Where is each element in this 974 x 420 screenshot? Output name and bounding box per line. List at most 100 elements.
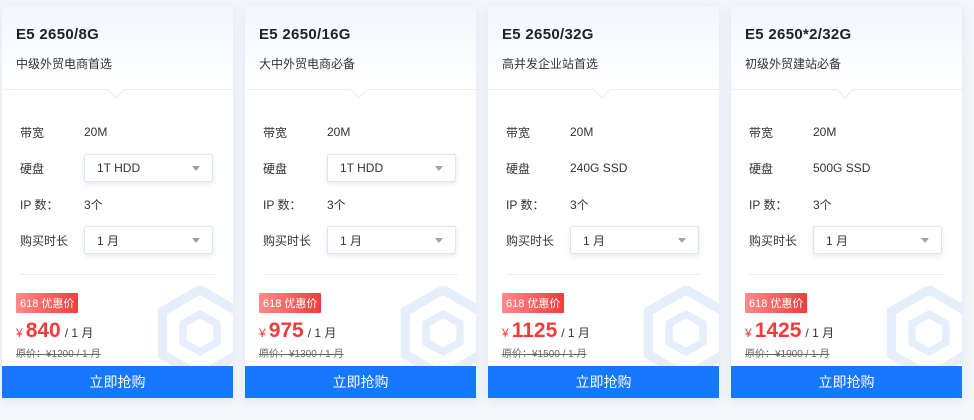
bandwidth-value: 20M	[813, 125, 837, 139]
spec-list: 带宽 20M 硬盘 1T HDD IP 数： 3个 购买时长 1 月	[245, 114, 476, 258]
disk-label: 硬盘	[20, 161, 45, 176]
spec-row-duration: 购买时长 1 月	[749, 222, 944, 258]
buy-now-button[interactable]: 立即抢购	[488, 366, 719, 398]
disk-label: 硬盘	[506, 161, 531, 176]
chevron-down-icon	[678, 237, 686, 243]
disk-value: 240G SSD	[570, 161, 628, 175]
bandwidth-value: 20M	[570, 125, 594, 139]
price-block: 618 优惠价 ¥ 1125 / 1 月 原价：¥1500 / 1 月	[488, 293, 719, 360]
promo-badge: 618 优惠价	[259, 293, 322, 313]
plan-title: E5 2650*2/32G	[745, 26, 852, 43]
price-value: 1425	[754, 319, 802, 342]
bandwidth-label: 带宽	[506, 125, 531, 140]
ip-label: IP 数：	[506, 197, 545, 212]
ip-value: 3个	[570, 197, 589, 212]
duration-select[interactable]: 1 月	[813, 226, 942, 254]
duration-select-value: 1 月	[826, 233, 849, 248]
chevron-down-icon	[435, 237, 443, 243]
spec-row-ip: IP 数： 3个	[263, 186, 458, 222]
spec-row-bandwidth: 带宽 20M	[749, 114, 944, 150]
price-unit: / 1 月	[805, 326, 835, 340]
spec-row-duration: 购买时长 1 月	[263, 222, 458, 258]
spec-row-ip: IP 数： 3个	[20, 186, 215, 222]
duration-select[interactable]: 1 月	[570, 226, 699, 254]
duration-select-value: 1 月	[340, 233, 363, 248]
ip-value: 3个	[84, 197, 103, 212]
disk-label: 硬盘	[749, 161, 774, 176]
header-notch	[593, 81, 611, 99]
plan-title: E5 2650/32G	[502, 26, 594, 43]
price-block: 618 优惠价 ¥ 975 / 1 月 原价：¥1300 / 1 月	[245, 293, 476, 360]
currency-symbol: ¥	[259, 326, 266, 340]
ip-label: IP 数：	[20, 197, 59, 212]
currency-symbol: ¥	[745, 326, 752, 340]
divider	[20, 274, 215, 275]
plan-title: E5 2650/16G	[259, 26, 351, 43]
spec-row-ip: IP 数： 3个	[506, 186, 701, 222]
chevron-down-icon	[921, 237, 929, 243]
original-price: 原价：¥1300 / 1 月	[259, 349, 344, 360]
original-price: 原价：¥1500 / 1 月	[502, 349, 587, 360]
spec-row-bandwidth: 带宽 20M	[20, 114, 215, 150]
bandwidth-value: 20M	[327, 125, 351, 139]
price-unit: / 1 月	[307, 326, 337, 340]
price-block: 618 优惠价 ¥ 1425 / 1 月 原价：¥1900 / 1 月	[731, 293, 962, 360]
plan-subtitle: 中级外贸电商首选	[16, 57, 113, 71]
header-notch	[350, 81, 368, 99]
header-notch	[107, 81, 125, 99]
duration-label: 购买时长	[749, 233, 798, 248]
spec-list: 带宽 20M 硬盘 1T HDD IP 数： 3个 购买时长 1 月	[2, 114, 233, 258]
price-unit: / 1 月	[561, 326, 590, 340]
original-price: 原价：¥1900 / 1 月	[745, 349, 830, 360]
promo-badge: 618 优惠价	[16, 293, 79, 313]
spec-row-bandwidth: 带宽 20M	[506, 114, 701, 150]
chevron-down-icon	[192, 237, 200, 243]
duration-label: 购买时长	[20, 233, 69, 248]
buy-now-button[interactable]: 立即抢购	[245, 366, 476, 398]
disk-select[interactable]: 1T HDD	[327, 154, 456, 182]
promo-badge: 618 优惠价	[745, 293, 808, 313]
price-line: ¥ 1125 / 1 月	[502, 319, 705, 343]
currency-symbol: ¥	[502, 326, 509, 340]
chevron-down-icon	[192, 165, 200, 171]
divider	[506, 274, 701, 275]
buy-now-button[interactable]: 立即抢购	[2, 366, 233, 398]
card-header: E5 2650*2/32G 初级外贸建站必备	[731, 6, 962, 99]
disk-select[interactable]: 1T HDD	[84, 154, 213, 182]
spec-row-duration: 购买时长 1 月	[506, 222, 701, 258]
spec-row-disk: 硬盘 1T HDD	[263, 150, 458, 186]
spec-list: 带宽 20M 硬盘 240G SSD IP 数： 3个 购买时长 1 月	[488, 114, 719, 258]
spec-row-bandwidth: 带宽 20M	[263, 114, 458, 150]
disk-label: 硬盘	[263, 161, 288, 176]
price-value: 840	[25, 319, 61, 342]
ip-value: 3个	[327, 197, 346, 212]
original-price: 原价：¥1200 / 1 月	[16, 349, 101, 360]
buy-now-button[interactable]: 立即抢购	[731, 366, 962, 398]
disk-value: 500G SSD	[813, 161, 871, 175]
price-line: ¥ 975 / 1 月	[259, 319, 462, 343]
bandwidth-value: 20M	[84, 125, 108, 139]
plan-subtitle: 高并发企业站首选	[502, 57, 599, 71]
spec-row-disk: 硬盘 500G SSD	[749, 150, 944, 186]
duration-select-value: 1 月	[583, 233, 606, 248]
price-value: 975	[268, 319, 304, 342]
card-header: E5 2650/16G 大中外贸电商必备	[245, 6, 476, 99]
header-notch	[836, 81, 854, 99]
card-header: E5 2650/8G 中级外贸电商首选	[2, 6, 233, 99]
spec-list: 带宽 20M 硬盘 500G SSD IP 数： 3个 购买时长 1 月	[731, 114, 962, 258]
ip-value: 3个	[813, 197, 832, 212]
duration-label: 购买时长	[263, 233, 312, 248]
bandwidth-label: 带宽	[749, 125, 774, 140]
spec-row-disk: 硬盘 240G SSD	[506, 150, 701, 186]
promo-badge: 618 优惠价	[502, 293, 565, 313]
bandwidth-label: 带宽	[20, 125, 45, 140]
chevron-down-icon	[435, 165, 443, 171]
ip-label: IP 数：	[749, 197, 788, 212]
duration-label: 购买时长	[506, 233, 555, 248]
divider	[263, 274, 458, 275]
duration-select[interactable]: 1 月	[327, 226, 456, 254]
duration-select[interactable]: 1 月	[84, 226, 213, 254]
price-line: ¥ 840 / 1 月	[16, 319, 219, 343]
ip-label: IP 数：	[263, 197, 302, 212]
duration-select-value: 1 月	[97, 233, 120, 248]
